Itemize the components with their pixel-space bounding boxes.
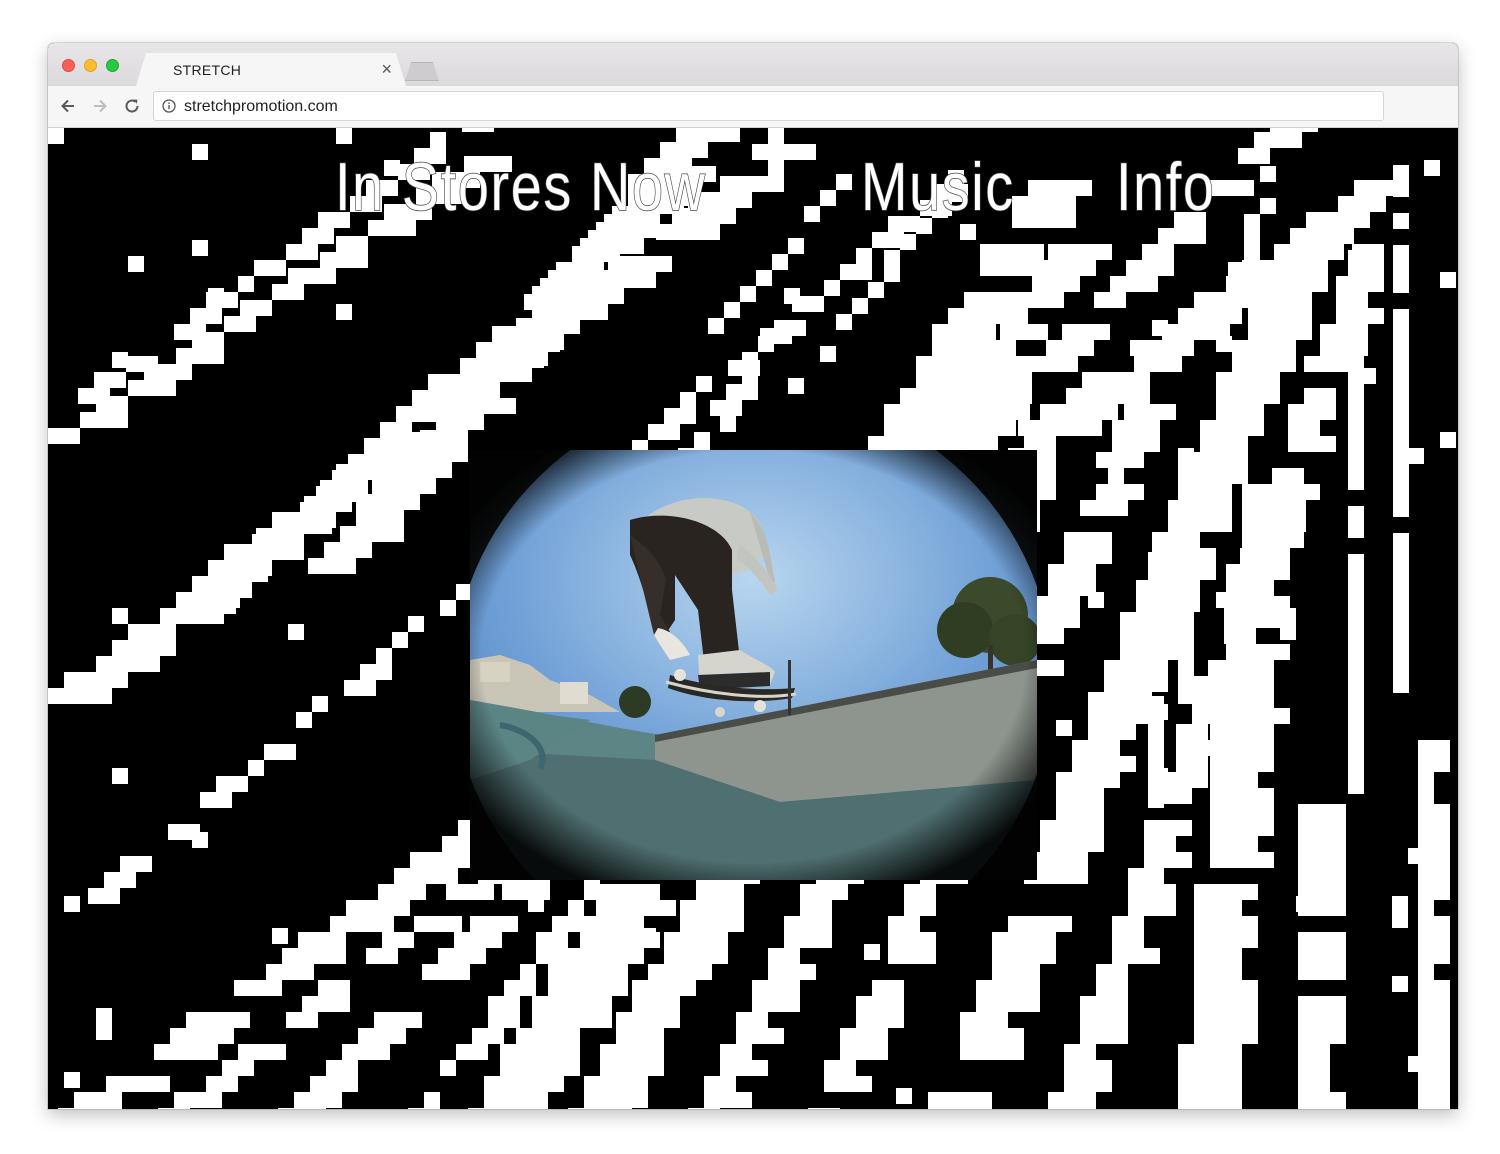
nav-music[interactable]: Music <box>860 148 1015 226</box>
close-icon[interactable]: × <box>381 59 392 80</box>
nav-in-stores-now[interactable]: In Stores Now <box>334 148 707 226</box>
page-viewport: In Stores Now Music Info <box>48 128 1458 1109</box>
arrow-left-icon <box>61 99 74 113</box>
tab-bar: STRETCH × <box>48 43 1458 86</box>
zoom-window-button[interactable] <box>106 59 119 72</box>
back-button[interactable] <box>57 95 79 117</box>
main-nav: In Stores Now Music Info <box>48 148 1458 228</box>
browser-window: STRETCH × stretchpromotion.com In Stores… <box>48 43 1458 1109</box>
skateboarder-image <box>470 450 1037 880</box>
address-bar[interactable]: stretchpromotion.com <box>153 91 1384 121</box>
close-window-button[interactable] <box>62 59 75 72</box>
url-text[interactable]: stretchpromotion.com <box>184 98 338 116</box>
arrow-right-icon <box>94 99 107 113</box>
skate-photo <box>470 450 1037 880</box>
tab-stretch[interactable]: STRETCH × <box>136 53 406 86</box>
tab-title: STRETCH <box>173 62 242 78</box>
info-icon[interactable] <box>162 99 176 113</box>
nav-info[interactable]: Info <box>1115 148 1216 226</box>
forward-button[interactable] <box>89 95 111 117</box>
new-tab-button[interactable] <box>405 62 439 81</box>
browser-toolbar: stretchpromotion.com <box>48 86 1458 128</box>
minimize-window-button[interactable] <box>84 59 97 72</box>
reload-icon <box>125 99 139 113</box>
reload-button[interactable] <box>121 95 143 117</box>
